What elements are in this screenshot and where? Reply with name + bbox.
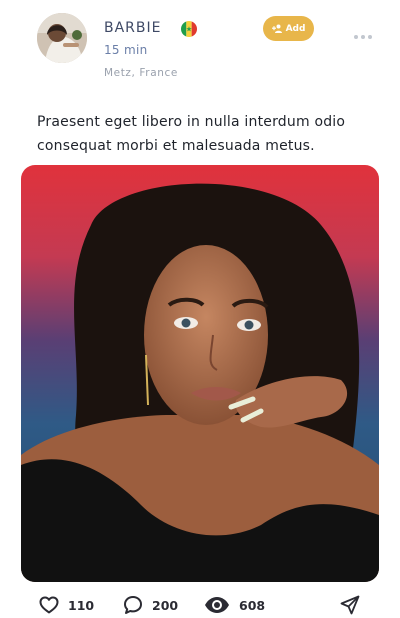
post-header: BARBIE 15 min Metz, France Add: [0, 0, 400, 100]
post-caption: Praesent eget libero in nulla interdum o…: [37, 114, 346, 154]
like-count: 110: [68, 597, 95, 613]
comment-button[interactable]: 200: [123, 595, 178, 615]
add-user-icon: [271, 24, 282, 33]
post-location: Metz, France: [104, 67, 178, 79]
like-button[interactable]: 110: [39, 595, 94, 615]
add-button-label: Add: [285, 23, 306, 34]
send-icon: [340, 595, 360, 615]
post-actions: 110 200 608: [0, 590, 400, 618]
more-options-button[interactable]: [350, 30, 376, 44]
add-friend-button[interactable]: Add: [263, 16, 314, 41]
avatar[interactable]: [37, 13, 87, 63]
views-indicator: 608: [204, 595, 265, 615]
comment-count: 200: [152, 597, 179, 613]
post-time: 15 min: [104, 43, 148, 57]
eye-icon: [205, 597, 229, 613]
senegal-flag-icon: [181, 21, 197, 37]
more-horizontal-icon: [354, 35, 358, 39]
username[interactable]: BARBIE: [104, 20, 162, 36]
comment-icon: [124, 596, 142, 614]
share-button[interactable]: [340, 595, 360, 615]
post-photo[interactable]: [21, 165, 379, 582]
view-count: 608: [239, 597, 266, 613]
heart-icon: [39, 596, 59, 614]
